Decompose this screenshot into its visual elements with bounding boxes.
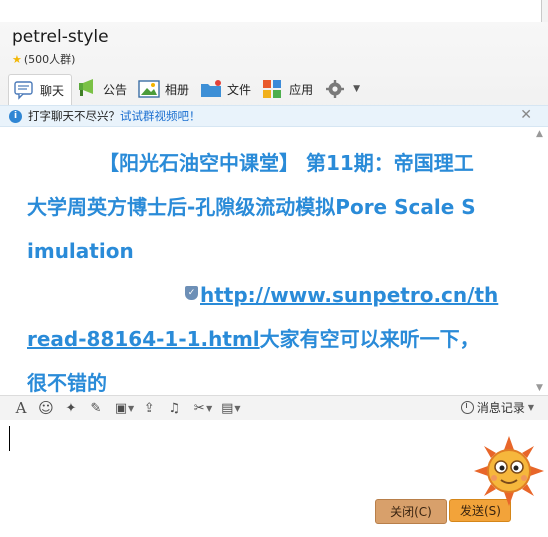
message-tail-1: 大家有空可以来听一下， [259, 327, 480, 351]
text-cursor [9, 426, 10, 451]
notice-bar: i 打字聊天不尽兴？ 试试群视频吧！ ✕ [0, 105, 548, 127]
message-area[interactable]: 【阳光石油空中课堂】 第11期：帝国理工 大学周英方博士后-孔隙级流动模拟Por… [0, 127, 548, 396]
chevron-down-icon: ▼ [353, 84, 360, 94]
photo-album-icon [138, 79, 160, 99]
star-icon: ★ [12, 52, 22, 66]
chat-message: 【阳光石油空中课堂】 第11期：帝国理工 大学周英方博士后-孔隙级流动模拟Por… [27, 141, 527, 405]
message-line-5: read-88164-1-1.html大家有空可以来听一下， [27, 317, 527, 361]
tab-announcement[interactable]: 公告 [72, 74, 134, 104]
font-icon[interactable]: A [11, 398, 31, 418]
tab-bar: 聊天 公告 相册 文件 应用 ▼ [8, 73, 367, 106]
scroll-up-icon[interactable]: ▲ [533, 129, 546, 139]
scrollbar[interactable]: ▲ ▼ [533, 127, 546, 395]
info-icon: i [9, 109, 22, 123]
notice-text: 打字聊天不尽兴？ [28, 109, 120, 123]
tab-album[interactable]: 相册 [134, 74, 196, 104]
tab-apps-label: 应用 [289, 82, 314, 97]
emoji-icon[interactable]: ☺ [36, 398, 56, 418]
scissors-chevron-down-icon[interactable]: ▼ [206, 404, 212, 413]
message-line-1: 【阳光石油空中课堂】 第11期：帝国理工 [99, 151, 474, 175]
gear-icon [324, 79, 346, 99]
group-meta: ★ (500人群) [12, 51, 75, 67]
message-line-4: ✓ http://www.sunpetro.cn/th [27, 273, 527, 317]
chat-bubble-icon [13, 80, 35, 100]
tab-album-label: 相册 [165, 82, 190, 97]
message-history-label: 消息记录 [476, 401, 525, 415]
top-strip-edge [541, 0, 548, 22]
scroll-down-icon[interactable]: ▼ [533, 383, 546, 393]
folder-icon [200, 79, 222, 99]
upload-icon[interactable]: ⇪ [139, 398, 159, 418]
tab-announcement-label: 公告 [103, 82, 128, 97]
more-chevron-down-icon[interactable]: ▼ [234, 404, 240, 413]
music-icon[interactable]: ♫ [164, 398, 184, 418]
security-shield-icon: ✓ [185, 285, 198, 300]
group-chat-window: petrel-style ★ (500人群) 聊天 公告 相册 文件 应用 ▼ … [0, 22, 548, 537]
apps-grid-icon [262, 79, 284, 99]
tab-files[interactable]: 文件 [196, 74, 258, 104]
tab-apps[interactable]: 应用 [258, 74, 320, 104]
close-icon[interactable]: ✕ [520, 107, 532, 123]
close-button[interactable]: 关闭(C) [375, 499, 447, 524]
member-count: (500人群) [23, 53, 76, 66]
tab-chat-label: 聊天 [40, 83, 65, 98]
history-chevron-down-icon: ▼ [527, 403, 534, 412]
tab-chat[interactable]: 聊天 [8, 73, 73, 106]
image-chevron-down-icon[interactable]: ▼ [128, 404, 134, 413]
more-settings-button[interactable]: ▼ [320, 74, 367, 104]
message-history-button[interactable]: 消息记录 ▼ [460, 399, 534, 416]
megaphone-icon [76, 79, 98, 99]
top-strip [0, 0, 548, 23]
sun-mascot-icon [474, 436, 544, 506]
clock-icon [460, 401, 474, 414]
tab-files-label: 文件 [227, 82, 252, 97]
video-chat-link[interactable]: 试试群视频吧！ [120, 108, 201, 124]
input-toolbar: A ☺ ✦ ✎ ▣ ▼ ⇪ ♫ ✂ ▼ ▤ ▼ 消息记录 ▼ [0, 396, 548, 420]
group-name: petrel-style [12, 27, 109, 47]
message-line-3: imulation [27, 239, 134, 263]
magic-wand-icon[interactable]: ✦ [61, 398, 81, 418]
message-url-part2[interactable]: read-88164-1-1.html [27, 327, 260, 351]
message-url-part1[interactable]: http://www.sunpetro.cn/th [200, 283, 498, 307]
edit-icon[interactable]: ✎ [86, 398, 106, 418]
message-line-2: 大学周英方博士后-孔隙级流动模拟Pore Scale S [27, 195, 476, 219]
